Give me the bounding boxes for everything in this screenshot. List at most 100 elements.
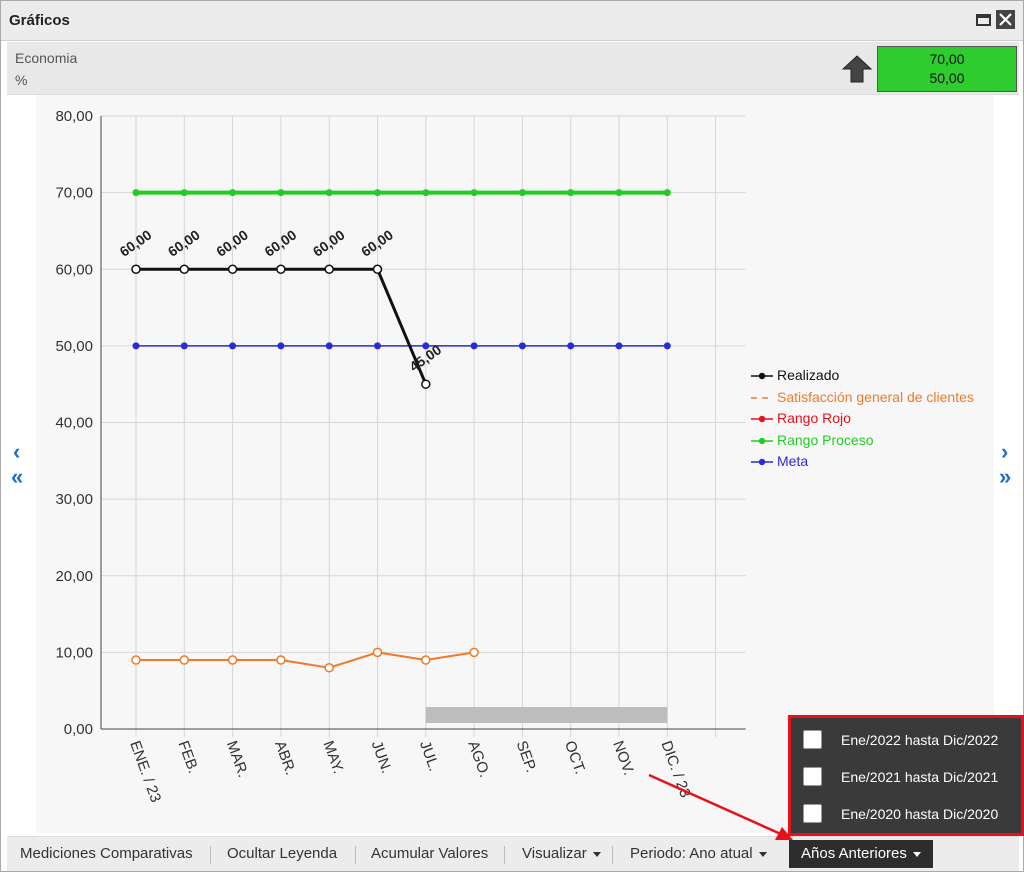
year-option-2020[interactable]: Ene/2020 hasta Dic/2020 — [799, 797, 1019, 833]
year-2022-checkbox[interactable] — [803, 730, 822, 749]
year-option-label: Ene/2020 hasta Dic/2020 — [841, 806, 999, 822]
data-point — [276, 655, 286, 665]
legend-item[interactable]: Rango Rojo — [749, 408, 974, 430]
indicator-unit: % — [15, 72, 28, 88]
accumulate-values-button[interactable]: Acumular Valores — [359, 837, 500, 871]
legend-label: Rango Proceso — [777, 431, 874, 448]
data-point — [132, 189, 140, 197]
data-point — [179, 655, 190, 665]
indicator-name: Economia — [15, 50, 78, 66]
legend-swatch-icon — [751, 458, 773, 466]
first-period-icon[interactable]: « — [11, 466, 23, 488]
data-point — [277, 189, 285, 197]
data-point — [277, 342, 285, 350]
data-point — [324, 662, 334, 673]
legend-swatch-icon — [751, 437, 773, 444]
hide-legend-button[interactable]: Ocultar Leyenda — [215, 837, 349, 871]
x-tick-label: SEP. — [513, 739, 540, 775]
legend-item[interactable]: Meta — [749, 451, 974, 473]
legend-item[interactable]: Satisfacción general de clientes — [749, 387, 974, 409]
data-point — [567, 189, 575, 197]
data-point — [324, 264, 334, 274]
data-point — [567, 342, 575, 350]
x-tick-label: JUN. — [368, 739, 395, 776]
data-point — [132, 342, 140, 350]
x-tick-label: NOV. — [609, 739, 637, 778]
caret-down-icon — [912, 851, 921, 857]
x-tick-label: MAR. — [223, 739, 252, 780]
x-tick-label: JUL. — [416, 739, 443, 774]
y-tick-label: 80,00 — [55, 108, 93, 125]
toolbar-divider — [355, 846, 356, 864]
data-point — [131, 264, 141, 274]
data-point — [229, 189, 237, 197]
maximize-icon[interactable] — [974, 10, 993, 29]
window-title: Gráficos — [9, 12, 70, 29]
toolbar-divider — [612, 846, 613, 864]
y-tick-label: 70,00 — [55, 185, 93, 202]
target-range-badge: 70,00 50,00 — [877, 46, 1017, 92]
comparative-measurements-button[interactable]: Mediciones Comparativas — [8, 837, 205, 871]
data-point — [421, 379, 431, 389]
legend-label: Rango Rojo — [777, 410, 851, 426]
previous-years-menu: Ene/2022 hasta Dic/2022 Ene/2021 hasta D… — [788, 715, 1024, 836]
x-tick-label: MAY. — [319, 739, 346, 776]
data-point — [131, 655, 141, 665]
legend-item[interactable]: Rango Proceso — [749, 430, 974, 452]
legend-label: Satisfacción general de clientes — [777, 388, 974, 405]
y-tick-label: 60,00 — [55, 261, 93, 278]
legend-swatch-icon — [751, 396, 773, 399]
legend-label: Meta — [777, 453, 809, 469]
data-point — [227, 655, 238, 665]
data-point — [372, 647, 383, 658]
legend-swatch-icon — [751, 415, 773, 423]
data-point — [325, 189, 333, 197]
data-point — [421, 655, 431, 665]
data-point — [325, 342, 333, 350]
data-point — [227, 264, 238, 274]
data-point — [518, 342, 526, 350]
toolbar-divider — [210, 846, 211, 864]
previous-years-label: Años Anteriores — [801, 845, 907, 862]
y-tick-label: 40,00 — [55, 415, 93, 432]
data-point — [469, 647, 479, 658]
previous-years-dropdown[interactable]: Años Anteriores — [789, 840, 933, 868]
x-tick-label: AGO. — [464, 739, 493, 780]
data-point — [518, 189, 526, 197]
data-point — [615, 189, 623, 197]
year-option-label: Ene/2021 hasta Dic/2021 — [841, 769, 999, 785]
y-tick-label: 20,00 — [55, 568, 93, 585]
data-point — [180, 189, 188, 197]
x-tick-label: ENE. / 23 — [126, 739, 164, 805]
data-point — [372, 264, 383, 274]
y-tick-label: 10,00 — [55, 644, 93, 661]
year-2021-checkbox[interactable] — [803, 767, 822, 786]
data-point — [470, 342, 478, 350]
target-lower-value: 50,00 — [929, 70, 965, 86]
legend-swatch-icon — [751, 372, 773, 380]
title-bar: Gráficos — [1, 1, 1023, 41]
year-option-2022[interactable]: Ene/2022 hasta Dic/2022 — [799, 723, 1019, 759]
caret-down-icon — [592, 851, 601, 857]
y-tick-label: 30,00 — [55, 491, 93, 508]
period-range-bar — [425, 707, 668, 723]
charts-window: Gráficos Economia % 70,00 50,00 0,00 10,0… — [0, 0, 1024, 872]
legend-item[interactable]: Realizado — [749, 365, 974, 387]
year-option-label: Ene/2022 hasta Dic/2022 — [841, 732, 999, 748]
data-point — [180, 342, 188, 350]
toolbar-divider — [504, 846, 505, 864]
year-option-2021[interactable]: Ene/2021 hasta Dic/2021 — [799, 760, 1019, 796]
previous-period-icon[interactable]: ‹ — [13, 441, 20, 463]
visualize-label: Visualizar — [522, 845, 587, 862]
data-point — [179, 264, 190, 274]
visualize-dropdown[interactable]: Visualizar — [510, 837, 613, 871]
close-icon[interactable] — [996, 10, 1015, 29]
data-point — [470, 189, 478, 197]
data-point — [229, 342, 237, 350]
annotation-arrow — [648, 773, 793, 840]
data-point — [276, 264, 286, 274]
last-period-icon[interactable]: » — [999, 466, 1011, 488]
x-tick-label: ABR. — [271, 739, 299, 778]
next-period-icon[interactable]: › — [1001, 441, 1008, 463]
year-2020-checkbox[interactable] — [803, 804, 822, 823]
